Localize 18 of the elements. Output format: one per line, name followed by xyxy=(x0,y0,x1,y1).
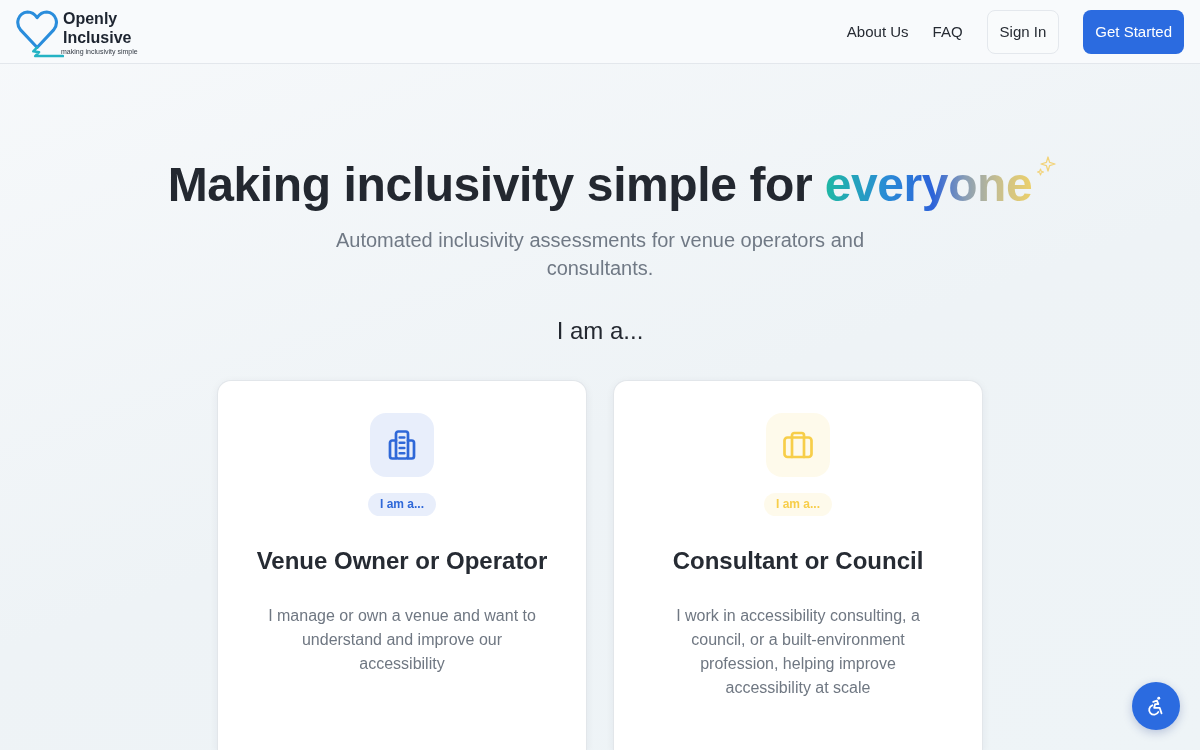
role-card[interactable]: I am a... Venue Owner or Operator I manage or own a venue and want to understand and improve our accessibility xyxy=(217,380,587,750)
role-title: Consultant or Council xyxy=(672,546,924,576)
brand-name: Openly Inclusive xyxy=(63,8,132,47)
role-prompt: I am a... xyxy=(556,316,644,346)
role-card[interactable]: I am a... Consultant or Council I work in accessibility consulting, a council, or a built-environment profession, helping improve accessibility at scale xyxy=(613,380,983,750)
hero-subtitle: Automated inclusivity assessments for venue operators and consultants. xyxy=(334,228,865,281)
accessibility-button[interactable] xyxy=(1132,682,1180,730)
role-badge: I am a... xyxy=(764,493,832,516)
sign-in-button[interactable]: Sign In xyxy=(986,9,1060,54)
role-badge: I am a... xyxy=(368,493,436,516)
role-description: I manage or own a venue and want to understand and improve our accessibility xyxy=(267,606,537,674)
role-description: I work in accessibility consulting, a council, or a built-environment profession, helping improve accessibility at scale xyxy=(675,606,921,698)
sparkle-icon xyxy=(1037,156,1058,176)
hero-title: Making inclusivity simple for everyone xyxy=(167,154,1033,216)
nav-link[interactable]: About Us xyxy=(846,23,909,40)
nav-link[interactable]: FAQ xyxy=(932,23,963,40)
role-title: Venue Owner or Operator xyxy=(256,546,548,576)
get-started-button[interactable]: Get Started xyxy=(1083,9,1184,54)
